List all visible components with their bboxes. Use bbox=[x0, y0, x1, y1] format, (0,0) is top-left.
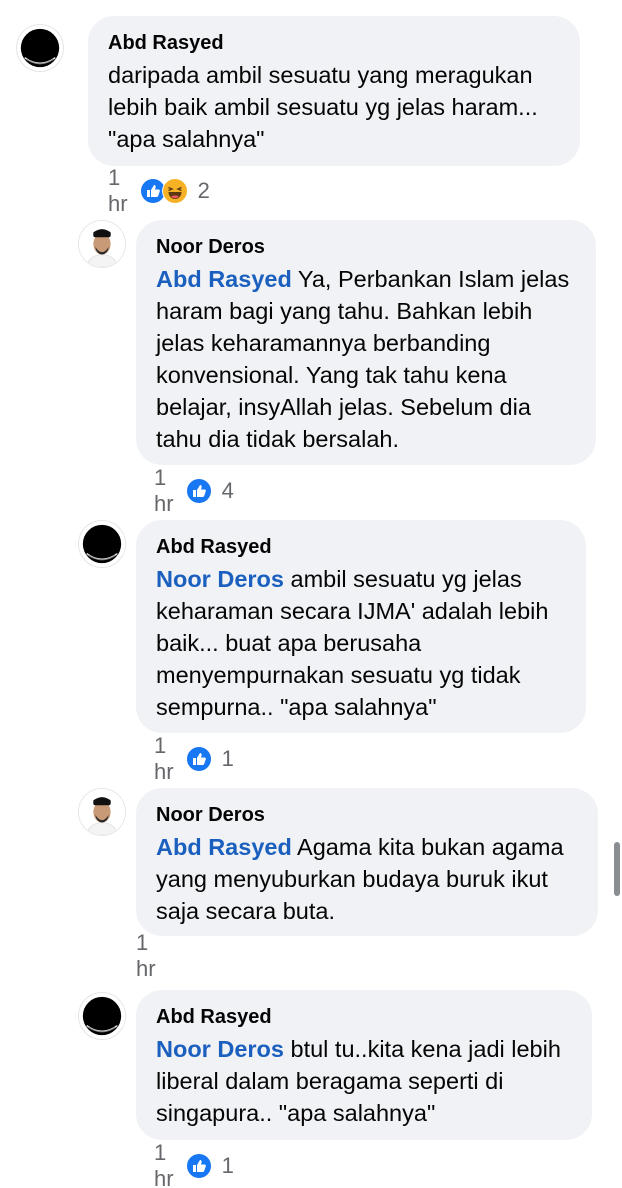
comment-author[interactable]: Abd Rasyed bbox=[156, 534, 566, 560]
person-photo-icon bbox=[79, 221, 125, 267]
comment-author[interactable]: Abd Rasyed bbox=[108, 30, 560, 56]
comment-author[interactable]: Noor Deros bbox=[156, 234, 576, 260]
comment-time[interactable]: 1 hr bbox=[154, 465, 174, 517]
comment-author[interactable]: Abd Rasyed bbox=[156, 1004, 572, 1030]
comment-bubble: Noor Deros Abd Rasyed Ya, Perbankan Isla… bbox=[136, 220, 596, 465]
like-icon bbox=[185, 746, 212, 772]
avatar-noor-deros[interactable] bbox=[78, 788, 126, 836]
comment-bubble: Abd Rasyed Noor Deros btul tu..kita kena… bbox=[136, 990, 592, 1140]
comment-bubble: Noor Deros Abd Rasyed Agama kita bukan a… bbox=[136, 788, 598, 936]
mention-link[interactable]: Abd Rasyed bbox=[156, 834, 292, 860]
mention-link[interactable]: Abd Rasyed bbox=[156, 266, 292, 292]
comment-body: Ya, Perbankan Islam jelas haram bagi yan… bbox=[156, 266, 570, 452]
dark-orb-icon bbox=[17, 25, 63, 71]
like-icon bbox=[185, 478, 212, 504]
comment-time[interactable]: 1 hr bbox=[108, 165, 128, 217]
comment-meta: 1 hr 2 bbox=[108, 165, 210, 216]
mention-link[interactable]: Noor Deros bbox=[156, 566, 284, 592]
reaction-summary[interactable] bbox=[185, 1153, 212, 1179]
comment-time[interactable]: 1 hr bbox=[154, 1140, 174, 1188]
reaction-summary[interactable] bbox=[185, 746, 212, 772]
comment-body: daripada ambil sesuatu yang meragukan le… bbox=[108, 62, 538, 152]
reaction-summary[interactable] bbox=[185, 478, 212, 504]
comment-time[interactable]: 1 hr bbox=[154, 733, 174, 785]
dark-orb-icon bbox=[79, 521, 125, 567]
avatar-abd-rasyed[interactable] bbox=[78, 992, 126, 1040]
comment-author[interactable]: Noor Deros bbox=[156, 802, 578, 828]
avatar-abd-rasyed[interactable] bbox=[78, 520, 126, 568]
reaction-count[interactable]: 1 bbox=[222, 1153, 234, 1179]
comment-text: daripada ambil sesuatu yang meragukan le… bbox=[108, 59, 560, 155]
avatar-abd-rasyed[interactable] bbox=[16, 24, 64, 72]
comment-meta: 1 hr 1 bbox=[154, 1140, 234, 1188]
reaction-summary[interactable] bbox=[139, 178, 188, 204]
like-icon bbox=[185, 1153, 212, 1179]
scrollbar-thumb[interactable] bbox=[614, 842, 620, 896]
comment-text: Abd Rasyed Agama kita bukan agama yang m… bbox=[156, 831, 578, 927]
reaction-count[interactable]: 1 bbox=[222, 746, 234, 772]
comment-time[interactable]: 1 hr bbox=[136, 930, 156, 982]
comment-bubble: Abd Rasyed Noor Deros ambil sesuatu yg j… bbox=[136, 520, 586, 733]
comment-text: Abd Rasyed Ya, Perbankan Islam jelas har… bbox=[156, 263, 576, 455]
reaction-count[interactable]: 2 bbox=[198, 178, 210, 204]
reaction-count[interactable]: 4 bbox=[222, 478, 234, 504]
comment-text: Noor Deros ambil sesuatu yg jelas kehara… bbox=[156, 563, 566, 723]
person-photo-icon bbox=[79, 789, 125, 835]
comment-meta: 1 hr 4 bbox=[154, 465, 234, 516]
comment-text: Noor Deros btul tu..kita kena jadi lebih… bbox=[156, 1033, 572, 1129]
mention-link[interactable]: Noor Deros bbox=[156, 1036, 284, 1062]
dark-orb-icon bbox=[79, 993, 125, 1039]
comment-bubble: Abd Rasyed daripada ambil sesuatu yang m… bbox=[88, 16, 580, 166]
comment-meta: 1 hr bbox=[136, 930, 168, 981]
avatar-noor-deros[interactable] bbox=[78, 220, 126, 268]
comment-meta: 1 hr 1 bbox=[154, 733, 234, 784]
haha-icon bbox=[161, 178, 188, 204]
